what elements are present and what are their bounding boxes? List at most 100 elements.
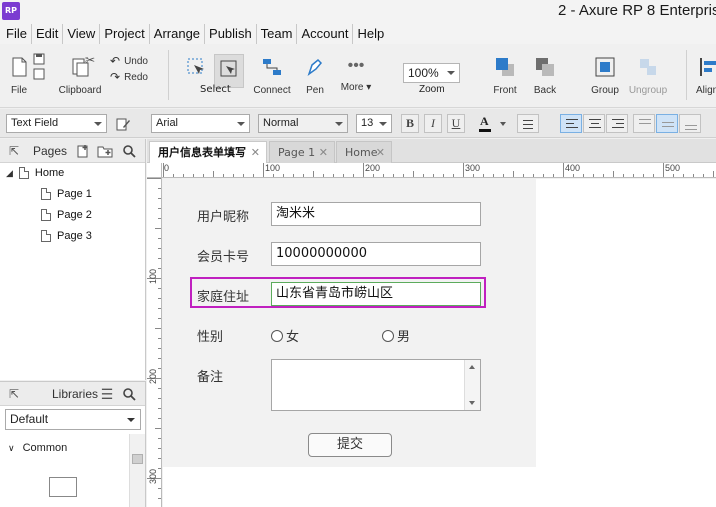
design-canvas[interactable]: 用户昵称 淘米米 会员卡号 10000000000 家庭住址 山东省青岛市崂山区… [163,179,716,507]
chevron-down-icon [237,122,245,126]
chevron-down-icon [500,122,506,126]
title-bar: RP 2 - Axure RP 8 Enterprise [0,0,716,24]
menu-account[interactable]: Account [297,24,354,44]
file-button[interactable]: File [6,56,32,96]
library-section-common[interactable]: ∨ Common [8,442,67,454]
menu-view[interactable]: View [63,24,101,44]
tab-home[interactable]: Home ✕ [336,141,392,163]
zoom-select[interactable]: 100% [403,63,460,83]
select-intersect-button[interactable] [183,56,209,85]
search-icon[interactable] [122,387,136,401]
menu-team[interactable]: Team [257,24,298,44]
close-icon[interactable]: ✕ [376,142,385,164]
clipboard-button[interactable]: Clipboard [56,56,104,96]
pages-panel: ⇱ Pages ◢ Home Page 1 Page 2 Page 3 [0,139,146,380]
scrollbar-thumb[interactable] [132,454,143,464]
gender-female-radio[interactable]: 女 [271,326,299,345]
send-back-icon [536,58,554,76]
search-icon[interactable] [122,144,136,158]
widget-type-select[interactable]: Text Field [6,114,107,133]
menu-file[interactable]: File [2,24,32,44]
zoom-label: Zoom [419,84,445,95]
tab-page-1[interactable]: Page 1 ✕ [269,141,335,163]
pen-icon [307,58,323,76]
text-color-button[interactable]: A [476,114,510,133]
style-edit-icon[interactable] [115,116,131,132]
menu-help[interactable]: Help [353,24,388,44]
tree-item-page-2[interactable]: Page 2 [41,209,92,221]
library-scrollbar[interactable] [129,434,145,507]
align-button[interactable]: Align [696,56,716,96]
library-select[interactable]: Default [5,409,141,430]
cut-icon[interactable]: ✂ [85,53,95,67]
collapse-panel-icon[interactable]: ⇱ [7,144,21,158]
add-page-icon[interactable] [76,144,90,158]
align-left-button[interactable] [560,114,582,133]
group-button[interactable]: Group [588,56,622,96]
ungroup-icon [640,59,656,75]
caret-down-icon[interactable]: ◢ [6,168,13,179]
tree-item-home[interactable]: ◢ Home [6,167,64,179]
tab-user-info-form[interactable]: 用户信息表单填写 ✕ [149,141,267,163]
align-middle-button[interactable] [656,114,678,133]
align-bottom-button[interactable] [679,114,701,133]
select-intersect-icon [187,58,204,74]
bullet-list-button[interactable] [517,114,539,133]
select-contain-button[interactable] [214,54,244,88]
align-center-button[interactable] [583,114,605,133]
close-icon[interactable]: ✕ [319,142,328,164]
page-icon [18,167,29,179]
bring-front-icon [496,58,514,76]
redo-button[interactable]: ↷ Redo [110,70,148,84]
collapse-panel-icon[interactable]: ⇱ [7,387,21,401]
send-back-button[interactable]: Back [530,56,560,96]
library-widget-box[interactable] [49,477,77,497]
add-folder-icon[interactable] [97,144,113,158]
toolbar-divider [168,50,169,100]
underline-button[interactable]: U [447,114,465,133]
libraries-panel-header: ⇱ Libraries ☰ [0,382,145,406]
address-input[interactable]: 山东省青岛市崂山区 [271,282,481,306]
chevron-down-icon [94,122,102,126]
save-icon[interactable] [33,53,45,83]
font-style-select[interactable]: Normal [258,114,348,133]
menu-project[interactable]: Project [100,24,150,44]
menu-icon[interactable]: ☰ [100,387,114,401]
tree-item-page-3[interactable]: Page 3 [41,230,92,242]
connect-button[interactable]: Connect [252,56,292,96]
submit-button[interactable]: 提交 [308,433,392,457]
undo-button[interactable]: ↶ Undo [110,54,148,68]
align-right-button[interactable] [606,114,628,133]
menu-arrange[interactable]: Arrange [150,24,206,44]
close-icon[interactable]: ✕ [251,142,260,164]
vertical-ruler: 100 200 300 [147,178,162,507]
ungroup-button[interactable]: Ungroup [628,56,668,96]
tree-item-page-1[interactable]: Page 1 [41,188,92,200]
menu-edit[interactable]: Edit [32,24,64,44]
nickname-input[interactable]: 淘米米 [271,202,481,226]
address-label: 家庭住址 [197,290,250,305]
font-size-select[interactable]: 13 [356,114,392,133]
bring-front-button[interactable]: Front [490,56,520,96]
pen-button[interactable]: Pen [302,56,328,96]
horizontal-ruler: 0 100 200 300 400 500 [147,163,716,178]
italic-button[interactable]: I [424,114,442,133]
libraries-panel: ⇱ Libraries ☰ Default ∨ Common [0,381,146,507]
bold-button[interactable]: B [401,114,419,133]
menu-publish[interactable]: Publish [205,24,257,44]
ruler-corner [147,163,162,178]
page-icon [41,230,51,242]
font-family-select[interactable]: Arial [151,114,250,133]
more-button[interactable]: ••• More ▾ [338,56,374,93]
axure-logo-icon: RP [2,2,20,20]
text-color-swatch [479,129,491,132]
scroll-up-icon[interactable] [469,365,475,369]
note-textarea[interactable] [271,359,481,411]
textarea-scrollbar[interactable] [464,360,480,410]
connect-icon [263,59,281,75]
card-number-input[interactable]: 10000000000 [271,242,481,266]
scroll-down-icon[interactable] [469,401,475,405]
gender-male-radio[interactable]: 男 [382,326,410,345]
align-top-button[interactable] [633,114,655,133]
chevron-down-icon [379,122,387,126]
